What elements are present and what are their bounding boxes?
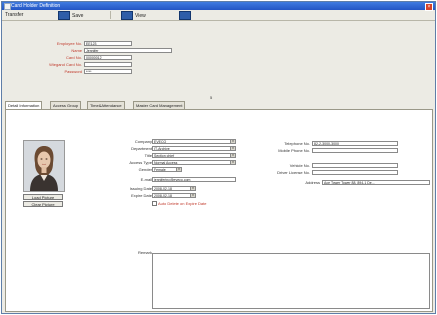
driver-license-label: Driver License No. — [277, 170, 310, 175]
vehicle-field[interactable] — [312, 163, 398, 168]
address-field[interactable]: Ace Tower Tower 88, 894-1 De... — [322, 180, 430, 185]
wiegand-card-no-field[interactable] — [84, 62, 132, 67]
issuing-date-picker[interactable]: 2008-02-18 ▾ — [152, 186, 196, 191]
portrait-image — [24, 141, 64, 191]
issuing-date-label: Issuing Date — [129, 186, 152, 191]
load-picture-button[interactable]: Load Picture — [23, 194, 63, 200]
gender-value: Female — [154, 168, 166, 172]
cardholder-photo — [23, 140, 65, 192]
card-holder-header-form: Employee No. EE123 Name Jennifer Card No… — [2, 21, 435, 101]
gender-select[interactable]: Female ▾ — [152, 167, 182, 172]
access-type-value: Normal Access — [154, 161, 178, 165]
password-label: Password — [64, 69, 82, 74]
company-select[interactable]: EVECO ▾ — [152, 139, 236, 144]
expire-date-label: Expire Date — [131, 193, 152, 198]
expire-date-picker[interactable]: 2008-02-18 ▾ — [152, 193, 196, 198]
department-label: Department — [131, 146, 152, 151]
title-bar: Card Holder Definition × — [2, 2, 435, 11]
save-button[interactable]: Save — [58, 11, 84, 20]
password-field[interactable]: **** — [84, 69, 132, 74]
telephone-field[interactable]: 82-2-3000-3000 — [312, 141, 398, 146]
title-value: Section chief — [154, 154, 175, 158]
gender-label: Gender — [138, 167, 152, 172]
view-button[interactable]: View — [121, 11, 146, 20]
email-field[interactable]: jenniferinc@eveco.com — [152, 177, 236, 182]
view-label: View — [135, 12, 146, 19]
app-icon — [4, 3, 11, 10]
card-no-field[interactable]: 00000012 — [84, 55, 132, 60]
chevron-down-icon: ▾ — [230, 140, 235, 143]
telephone-label: Telephone No. — [284, 141, 310, 146]
auto-delete-checkbox[interactable] — [152, 201, 157, 206]
company-label: Company — [134, 139, 152, 144]
save-icon — [58, 11, 70, 20]
chevron-down-icon: ▾ — [230, 154, 235, 157]
page-indicator: 5 — [210, 95, 213, 100]
chevron-down-icon: ▾ — [230, 147, 235, 150]
email-label: E-mail — [140, 177, 152, 182]
chevron-down-icon: ▾ — [190, 194, 195, 197]
issuing-date-value: 2008-02-18 — [154, 187, 172, 191]
employee-no-field[interactable]: EE123 — [84, 41, 132, 46]
expire-date-value: 2008-02-18 — [154, 194, 172, 198]
address-label: Address — [305, 180, 320, 185]
chevron-down-icon: ▾ — [230, 161, 235, 164]
wiegand-card-no-label: Wiegand Card No. — [49, 62, 82, 67]
chevron-down-icon: ▾ — [176, 168, 181, 171]
chevron-down-icon: ▾ — [190, 187, 195, 190]
transfer-label: Transfer — [5, 12, 24, 18]
mobile-label: Mobile Phone No. — [278, 148, 310, 153]
access-type-select[interactable]: Normal Access ▾ — [152, 160, 236, 165]
toolbar: Transfer Save View — [2, 10, 435, 21]
driver-license-field[interactable] — [312, 170, 398, 175]
card-no-label: Card No. — [65, 55, 82, 60]
card-holder-window: Card Holder Definition × Transfer Save V… — [1, 1, 436, 314]
name-field[interactable]: Jennifer — [84, 48, 172, 53]
access-type-label: Access Type — [129, 160, 152, 165]
remark-textarea[interactable] — [152, 253, 430, 309]
mobile-field[interactable] — [312, 148, 398, 153]
company-value: EVECO — [154, 140, 167, 144]
employee-no-label: Employee No. — [56, 41, 82, 46]
save-label: Save — [72, 12, 84, 19]
title-label: Title — [144, 153, 152, 158]
exit-button[interactable] — [179, 11, 193, 20]
department-select[interactable]: IT-Archive ▾ — [152, 146, 236, 151]
remark-label: Remark — [137, 250, 152, 255]
title-select[interactable]: Section chief ▾ — [152, 153, 236, 158]
window-title: Card Holder Definition — [11, 3, 61, 9]
auto-delete-label: Auto Delete on Expire Date — [158, 201, 207, 206]
toolbar-separator — [110, 11, 111, 19]
transfer-button[interactable]: Transfer — [5, 11, 23, 19]
view-icon — [121, 11, 133, 20]
clear-picture-button[interactable]: Clear Picture — [23, 201, 63, 207]
exit-icon — [179, 11, 191, 20]
department-value: IT-Archive — [154, 147, 170, 151]
name-label: Name — [71, 48, 82, 53]
vehicle-label: Vehicle No. — [289, 163, 310, 168]
detail-information-panel: Load Picture Clear Picture Company EVECO… — [5, 109, 433, 312]
